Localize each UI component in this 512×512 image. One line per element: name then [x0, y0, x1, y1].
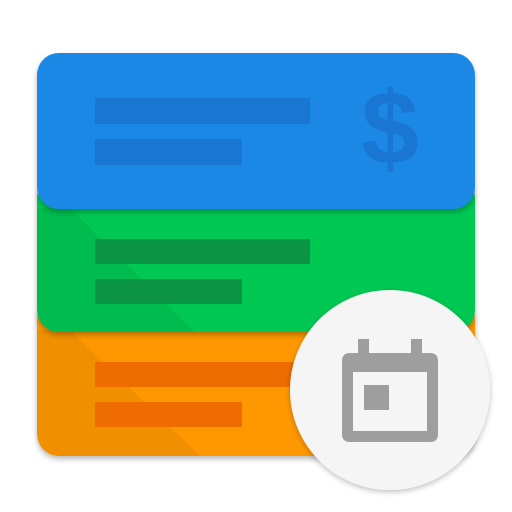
blue-card-line-1: [95, 98, 310, 124]
green-card-line-2: [95, 279, 242, 304]
orange-card-line-2: [95, 402, 242, 427]
green-card-line-1: [95, 239, 310, 264]
app-icon-graphic: $: [37, 53, 490, 490]
orange-card-line-1: [95, 362, 310, 387]
calendar-badge: [290, 290, 490, 490]
blue-card-line-2: [95, 139, 242, 165]
app-icon: $: [0, 0, 512, 512]
dollar-icon: $: [361, 71, 419, 187]
blue-card: $: [37, 53, 475, 209]
